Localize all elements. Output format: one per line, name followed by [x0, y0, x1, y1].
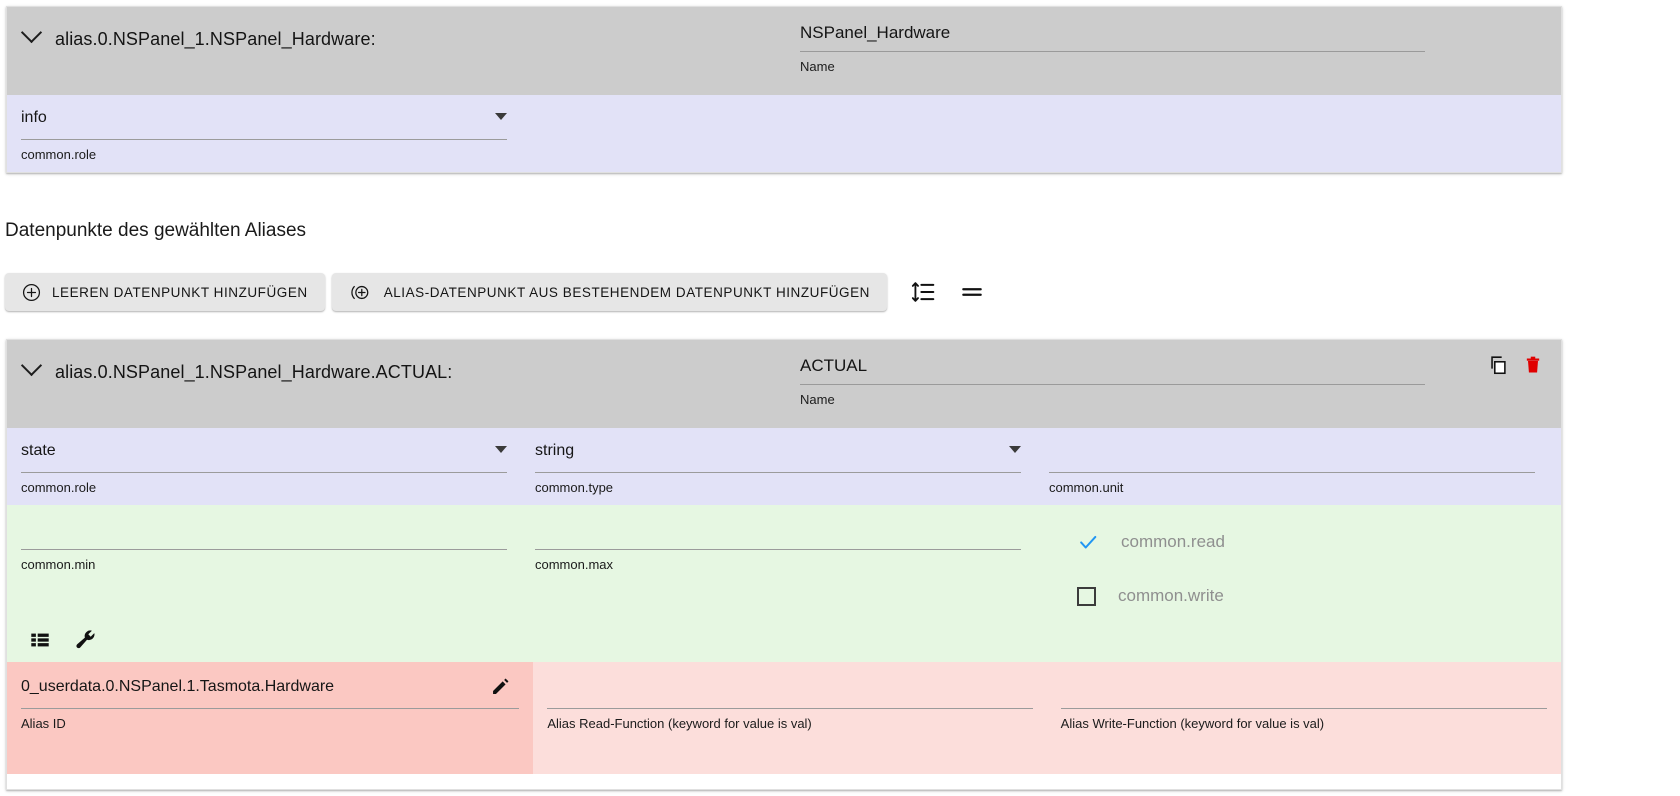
alias-name-label: Name: [800, 59, 835, 74]
alias-read-function-input[interactable]: Alias Read-Function (keyword for value i…: [533, 662, 1047, 774]
alias-role-value[interactable]: info: [21, 109, 507, 140]
common-read-label: common.read: [1121, 532, 1225, 551]
plus-circle-parens-icon: [349, 283, 373, 302]
alias-id-label: Alias ID: [21, 716, 66, 731]
datapoint-type-select[interactable]: string common.type: [521, 428, 1035, 505]
datapoint-card: alias.0.NSPanel_1.NSPanel_Hardware.ACTUA…: [6, 339, 1562, 790]
add-empty-datapoint-button[interactable]: LEEREN DATENPUNKT HINZUFÜGEN: [5, 273, 325, 311]
alias-id-value[interactable]: 0_userdata.0.NSPanel.1.Tasmota.Hardware: [21, 678, 520, 709]
add-existing-datapoint-button[interactable]: ALIAS-DATENPUNKT AUS BESTEHENDEM DATENPU…: [331, 273, 887, 311]
alias-id-input[interactable]: 0_userdata.0.NSPanel.1.Tasmota.Hardware …: [7, 662, 534, 774]
datapoint-min-label: common.min: [21, 557, 96, 572]
add-empty-datapoint-label: LEEREN DATENPUNKT HINZUFÜGEN: [52, 284, 308, 300]
alias-path-title: alias.0.NSPanel_1.NSPanel_Hardware:: [55, 29, 376, 49]
datapoint-access-checkboxes: common.read common.write: [1035, 505, 1549, 618]
datapoint-max-value[interactable]: [535, 519, 1021, 550]
datapoint-meta-row: state common.role string common.type com…: [7, 428, 1561, 505]
add-existing-datapoint-label: ALIAS-DATENPUNKT AUS BESTEHENDEM DATENPU…: [383, 284, 870, 300]
alias-write-function-input[interactable]: Alias Write-Function (keyword for value …: [1046, 662, 1561, 774]
datapoint-path-title: alias.0.NSPanel_1.NSPanel_Hardware.ACTUA…: [55, 362, 453, 382]
section-title: Datenpunkte des gewählten Aliases: [5, 220, 307, 241]
trash-icon[interactable]: [1523, 354, 1543, 376]
common-write-checkbox[interactable]: common.write: [1035, 569, 1549, 623]
wrench-icon[interactable]: [73, 628, 97, 652]
common-read-checkbox[interactable]: common.read: [1035, 515, 1549, 569]
datapoint-min-input[interactable]: common.min: [7, 505, 521, 618]
alias-read-function-label: Alias Read-Function (keyword for value i…: [547, 716, 812, 731]
copy-icon[interactable]: [1487, 354, 1509, 376]
datapoint-toolbar: LEEREN DATENPUNKT HINZUFÜGEN ALIAS-DATEN…: [5, 273, 985, 311]
alias-role-select[interactable]: info common.role: [7, 95, 521, 172]
datapoint-unit-input[interactable]: common.unit: [1035, 428, 1549, 505]
datapoint-type-label: common.type: [535, 480, 614, 495]
datapoint-name-value[interactable]: ACTUAL: [800, 356, 1425, 385]
datapoint-name-field[interactable]: ACTUAL Name: [800, 356, 1425, 407]
alias-role-label: common.role: [21, 147, 97, 162]
alias-role-row: info common.role: [7, 95, 1561, 172]
chevron-down-icon: [20, 354, 42, 377]
datapoint-utility-strip: [7, 618, 1561, 662]
chevron-down-icon[interactable]: [495, 113, 507, 120]
list-icon[interactable]: [29, 629, 51, 651]
datapoint-unit-label: common.unit: [1049, 480, 1124, 495]
datapoint-max-label: common.max: [535, 557, 614, 572]
datapoint-role-label: common.role: [21, 480, 97, 495]
alias-card: alias.0.NSPanel_1.NSPanel_Hardware: NSPa…: [6, 6, 1562, 173]
alias-card-header[interactable]: alias.0.NSPanel_1.NSPanel_Hardware: NSPa…: [7, 7, 1561, 95]
chevron-down-icon[interactable]: [495, 446, 507, 453]
datapoint-max-input[interactable]: common.max: [521, 505, 1035, 618]
datapoint-type-value[interactable]: string: [535, 442, 1021, 473]
check-icon: [1077, 531, 1099, 553]
common-write-label: common.write: [1118, 586, 1224, 605]
datapoint-unit-value[interactable]: [1049, 442, 1535, 473]
format-line-spacing-icon[interactable]: [910, 279, 936, 305]
alias-write-function-value[interactable]: [1060, 678, 1548, 709]
checkbox-empty-icon: [1077, 586, 1096, 606]
alias-write-function-label: Alias Write-Function (keyword for value …: [1060, 716, 1325, 731]
datapoint-header-actions: [1487, 354, 1543, 376]
datapoint-expand-toggle[interactable]: [7, 340, 55, 377]
chevron-down-icon[interactable]: [1009, 446, 1021, 453]
alias-expand-toggle[interactable]: [7, 7, 55, 44]
datapoint-name-label: Name: [800, 392, 835, 407]
chevron-down-icon: [20, 21, 42, 44]
datapoint-range-row: common.min common.max common.read common…: [7, 505, 1561, 618]
alias-read-function-value[interactable]: [547, 678, 1033, 709]
alias-name-value[interactable]: NSPanel_Hardware: [800, 23, 1425, 52]
datapoint-alias-row: 0_userdata.0.NSPanel.1.Tasmota.Hardware …: [7, 662, 1561, 774]
datapoint-card-header[interactable]: alias.0.NSPanel_1.NSPanel_Hardware.ACTUA…: [7, 340, 1561, 428]
equals-icon[interactable]: [959, 279, 985, 305]
plus-circle-icon: [22, 283, 41, 302]
datapoint-min-value[interactable]: [21, 519, 507, 550]
datapoint-role-select[interactable]: state common.role: [7, 428, 521, 505]
datapoint-role-value[interactable]: state: [21, 442, 507, 473]
pencil-icon[interactable]: [490, 676, 511, 697]
alias-name-field[interactable]: NSPanel_Hardware Name: [800, 23, 1425, 74]
